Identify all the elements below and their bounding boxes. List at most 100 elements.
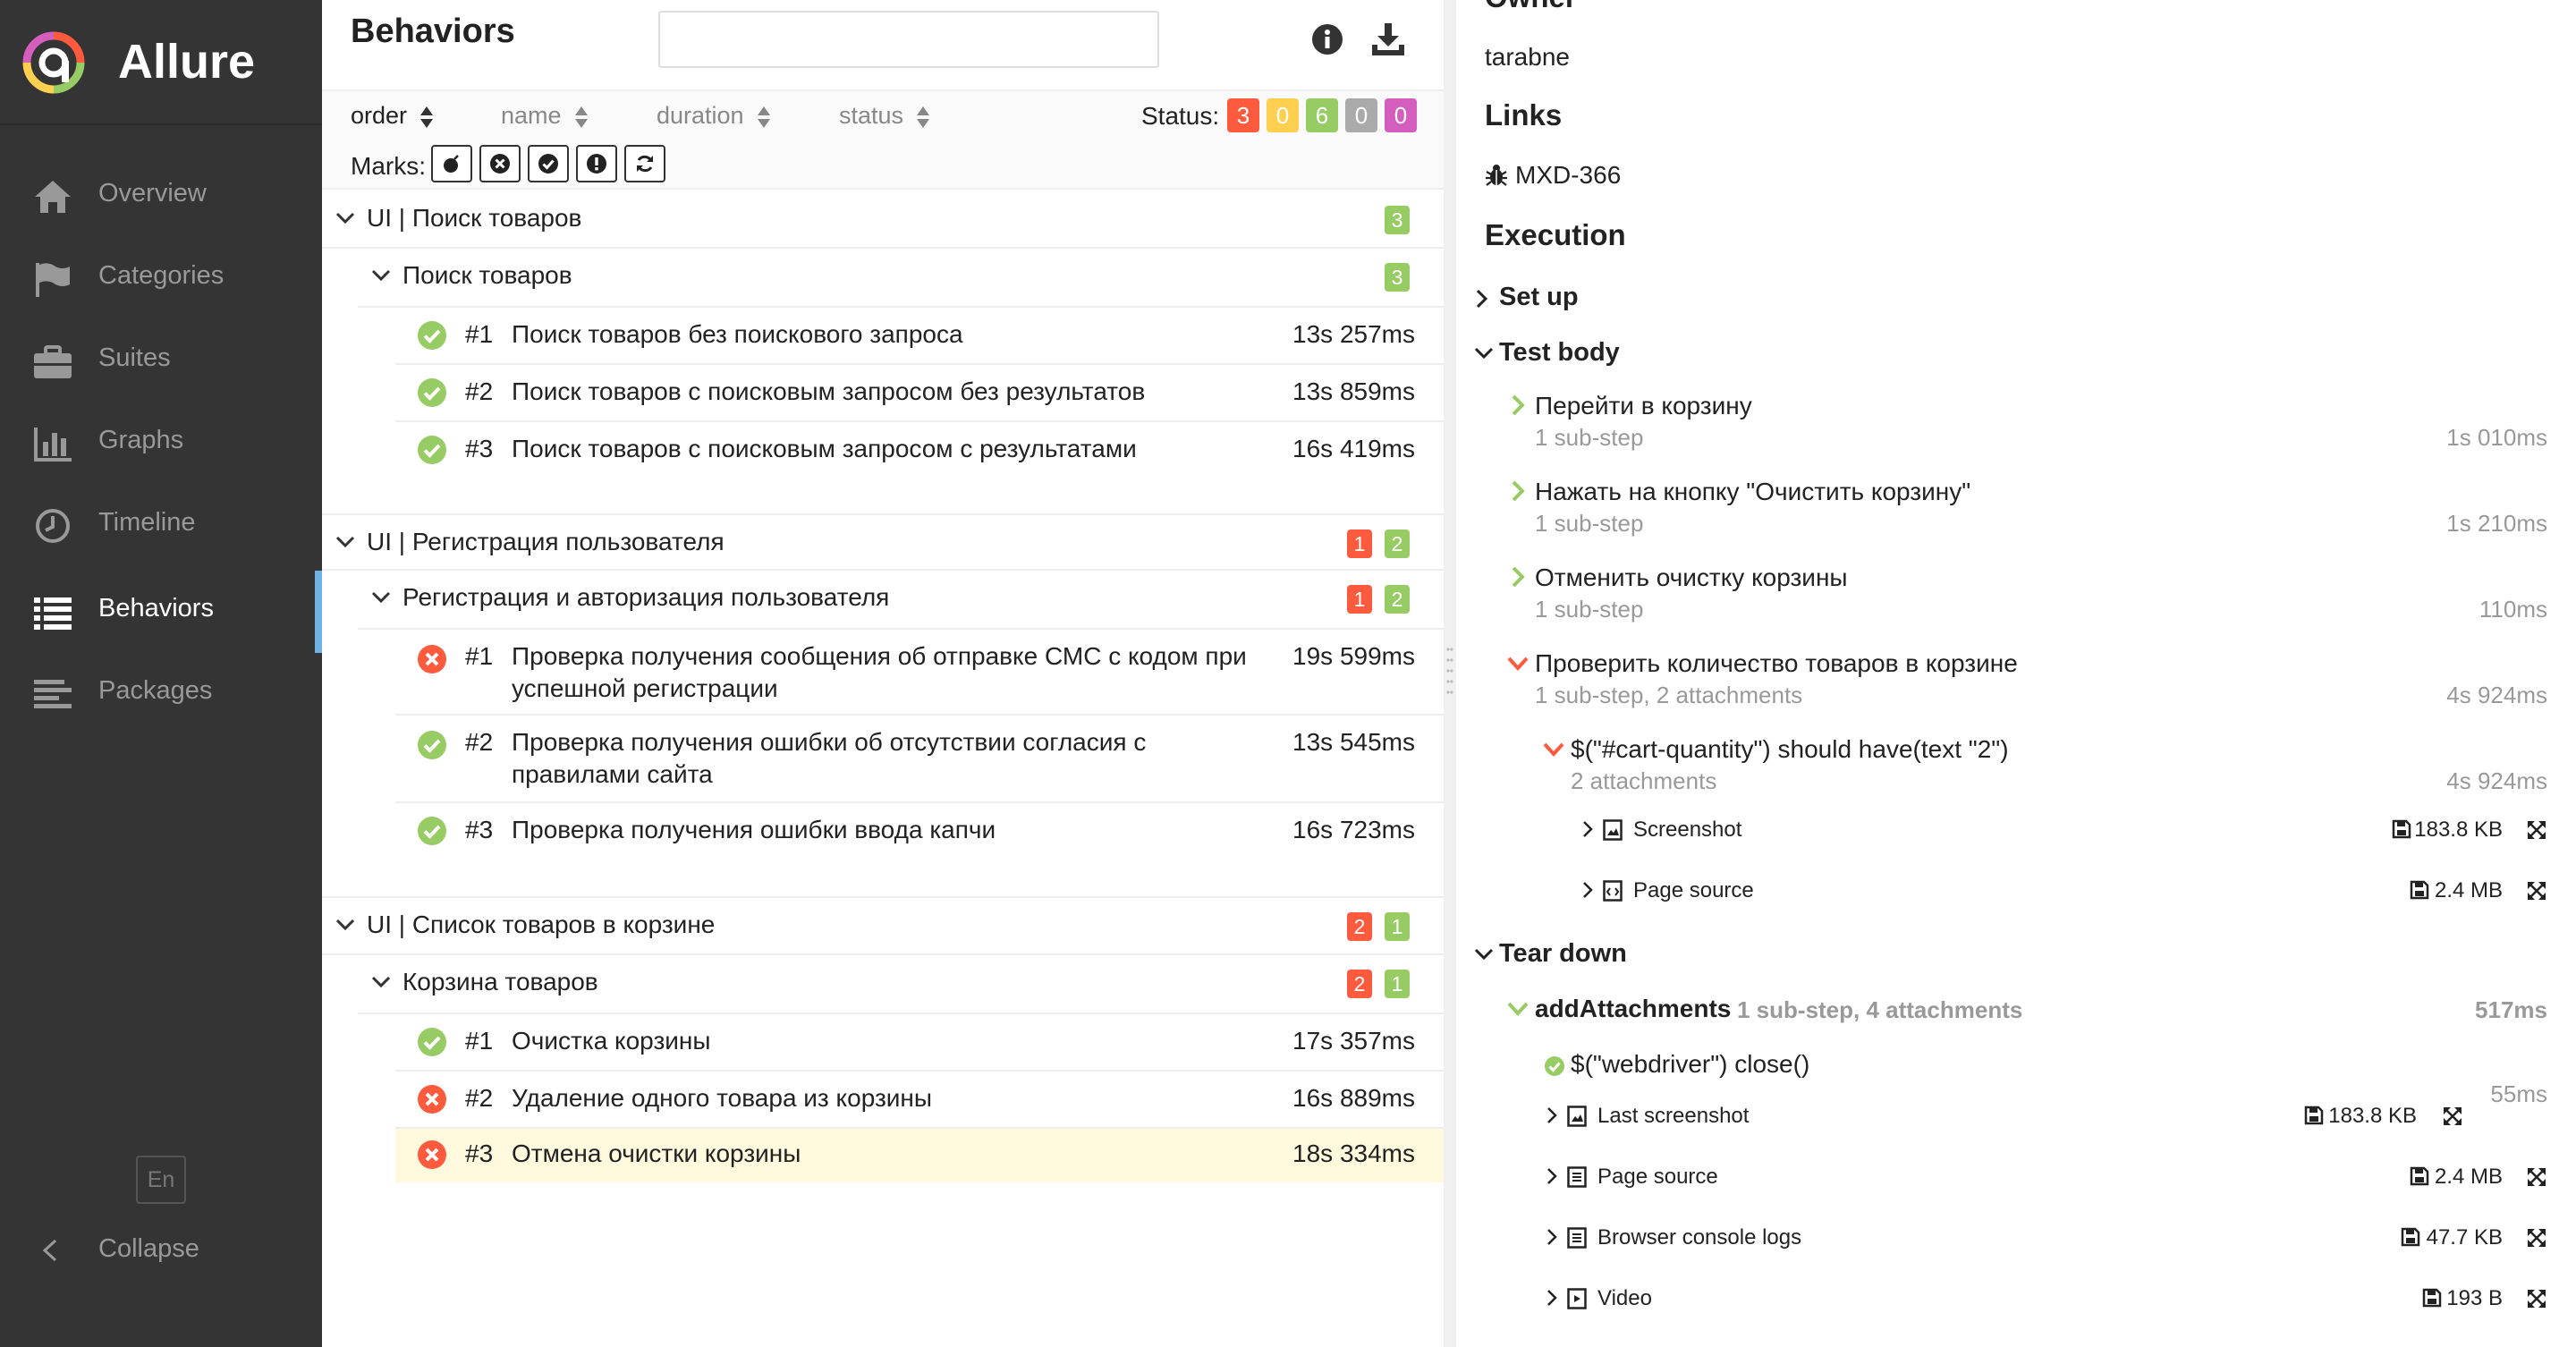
test-case-row[interactable]: #2 Удаление одного товара из корзины 16s… (395, 1072, 1444, 1129)
attachment-row[interactable]: Last screenshot 183.8 KB (1456, 1098, 2576, 1138)
sidebar-item-overview[interactable]: Overview (0, 156, 322, 238)
step-row[interactable]: Отменить очистку корзины 1 sub-step 110m… (1456, 562, 2576, 637)
attachment-size: 183.8 KB (2414, 818, 2503, 842)
check-circle-icon (538, 154, 558, 174)
test-case-row[interactable]: #1 Поиск товаров без поискового запроса … (395, 308, 1444, 365)
mark-new-failed-button[interactable] (479, 145, 521, 182)
mark-new-broken-button[interactable] (576, 145, 617, 182)
text-file-icon (1567, 1227, 1587, 1249)
list-icon (32, 592, 73, 631)
failed-count-badge: 2 (1347, 970, 1372, 998)
passed-status-icon (418, 1028, 446, 1056)
save-icon (2401, 1227, 2420, 1247)
test-case-row[interactable]: #1 Очистка корзины 17s 357ms (395, 1014, 1444, 1072)
attachment-row[interactable]: Screenshot 183.8 KB (1456, 812, 2576, 851)
status-filter-broken[interactable]: 0 (1267, 98, 1299, 132)
step-summary: 1 sub-step (1535, 510, 1644, 537)
passed-count-badge: 2 (1385, 585, 1410, 614)
attachment-name: Last screenshot (1597, 1104, 1750, 1128)
app-name: Allure (118, 35, 256, 89)
step-row-failed[interactable]: Проверить количество товаров в корзине 1… (1456, 648, 2576, 723)
mark-flaky-button[interactable] (431, 145, 472, 182)
expand-icon[interactable] (2526, 880, 2547, 902)
mark-new-passed-button[interactable] (528, 145, 569, 182)
case-name: Удаление одного товара из корзины (512, 1084, 933, 1112)
tree-group[interactable]: UI | Список товаров в корзине 2 1 (322, 896, 1444, 955)
tree-toolbar: order name duration status Status: 3 0 6… (322, 89, 1444, 190)
mark-retries-button[interactable] (624, 145, 665, 182)
group-name: UI | Регистрация пользователя (367, 528, 724, 555)
sidebar-item-label: Behaviors (98, 594, 214, 623)
test-case-row[interactable]: #3 Проверка получения ошибки ввода капчи… (395, 803, 1444, 860)
teardown-step-row[interactable]: addAttachments 1 sub-step, 4 attachments… (1456, 993, 2576, 1032)
step-name: Проверить количество товаров в корзине (1535, 649, 2018, 677)
step-summary: 1 sub-step (1535, 596, 1644, 623)
save-icon (2422, 1288, 2442, 1308)
case-name: Очистка корзины (512, 1027, 711, 1055)
attachment-row[interactable]: Video 193 B (1456, 1281, 2576, 1320)
test-case-row-selected[interactable]: #3 Отмена очистки корзины 18s 334ms (395, 1129, 1444, 1182)
tree-group[interactable]: UI | Регистрация пользователя 1 2 (322, 513, 1444, 571)
test-case-row[interactable]: #1 Проверка получения сообщения об отпра… (395, 630, 1444, 716)
group-name: UI | Список товаров в корзине (367, 911, 716, 938)
search-input[interactable] (658, 11, 1159, 68)
collapse-button[interactable]: Collapse (0, 1220, 322, 1279)
test-case-row[interactable]: #2 Поиск товаров с поисковым запросом бе… (395, 365, 1444, 422)
failed-count-badge: 2 (1347, 912, 1372, 941)
status-filter-skipped[interactable]: 0 (1345, 98, 1377, 132)
expand-icon[interactable] (2526, 1288, 2547, 1309)
nested-step-row[interactable]: $("#cart-quantity") should have(text "2"… (1456, 733, 2576, 809)
image-file-icon (1567, 1106, 1587, 1127)
download-icon[interactable] (1370, 21, 1406, 57)
attachment-name: Screenshot (1633, 818, 1742, 842)
test-case-row[interactable]: #2 Проверка получения ошибки об отсутств… (395, 716, 1444, 803)
tree-subgroup[interactable]: Поиск товаров 3 (358, 249, 1444, 308)
chevron-right-icon (1583, 882, 1593, 898)
expand-icon[interactable] (2442, 1106, 2463, 1127)
drag-handle-icon[interactable] (1446, 644, 1453, 703)
sidebar-item-graphs[interactable]: Graphs (0, 402, 322, 485)
attachment-row[interactable]: Page source 2.4 MB (1456, 873, 2576, 912)
brand[interactable]: Allure (0, 0, 322, 125)
case-duration: 18s 334ms (1292, 1139, 1415, 1167)
video-file-icon (1567, 1288, 1587, 1309)
info-icon[interactable] (1311, 23, 1343, 55)
expand-icon[interactable] (2526, 1166, 2547, 1188)
chevron-right-icon (1583, 821, 1593, 837)
test-case-row[interactable]: #3 Поиск товаров с поисковым запросом с … (395, 422, 1444, 479)
step-row[interactable]: Перейти в корзину 1 sub-step 1s 010ms (1456, 390, 2576, 465)
sort-duration[interactable]: duration (657, 102, 771, 130)
attachment-name: Page source (1597, 1165, 1718, 1189)
teardown-substep-row[interactable]: $("webdriver") close() 55ms (1456, 1048, 2576, 1107)
status-filter-passed[interactable]: 6 (1306, 98, 1338, 132)
teardown-section[interactable]: Tear down (1474, 936, 1921, 975)
tree-subgroup[interactable]: Корзина товаров 2 1 (358, 955, 1444, 1014)
sidebar-item-categories[interactable]: Categories (0, 238, 322, 320)
sidebar-item-packages[interactable]: Packages (0, 653, 322, 735)
setup-section[interactable]: Set up (1474, 279, 1921, 318)
expand-icon[interactable] (2526, 819, 2547, 841)
home-icon (32, 177, 73, 216)
sidebar-item-timeline[interactable]: Timeline (0, 485, 322, 567)
test-body-section[interactable]: Test body (1474, 335, 1921, 374)
sort-order[interactable]: order (351, 102, 434, 130)
sidebar: Allure Overview Categories Suites Graphs… (0, 0, 322, 1347)
tree-subgroup[interactable]: Регистрация и авторизация пользователя 1… (358, 571, 1444, 630)
status-filter-unknown[interactable]: 0 (1385, 98, 1417, 132)
attachment-row[interactable]: Browser console logs 47.7 KB (1456, 1220, 2576, 1259)
sort-name[interactable]: name (501, 102, 589, 130)
case-name: Проверка получения ошибки ввода капчи (512, 816, 996, 843)
status-filter-failed[interactable]: 3 (1227, 98, 1259, 132)
attachment-row[interactable]: Page source 2.4 MB (1456, 1159, 2576, 1199)
sidebar-item-behaviors[interactable]: Behaviors (0, 571, 322, 653)
case-name: Поиск товаров без поискового запроса (512, 320, 963, 348)
tree-group[interactable]: UI | Поиск товаров 3 (322, 191, 1444, 249)
sort-icon (917, 106, 930, 128)
step-row[interactable]: Нажать на кнопку "Очистить корзину" 1 su… (1456, 476, 2576, 551)
language-selector[interactable]: En (136, 1156, 186, 1204)
expand-icon[interactable] (2526, 1227, 2547, 1249)
sidebar-item-suites[interactable]: Suites (0, 320, 322, 402)
case-number: #2 (465, 377, 494, 405)
sidebar-item-label: Packages (98, 676, 213, 705)
sort-status[interactable]: status (839, 102, 930, 130)
